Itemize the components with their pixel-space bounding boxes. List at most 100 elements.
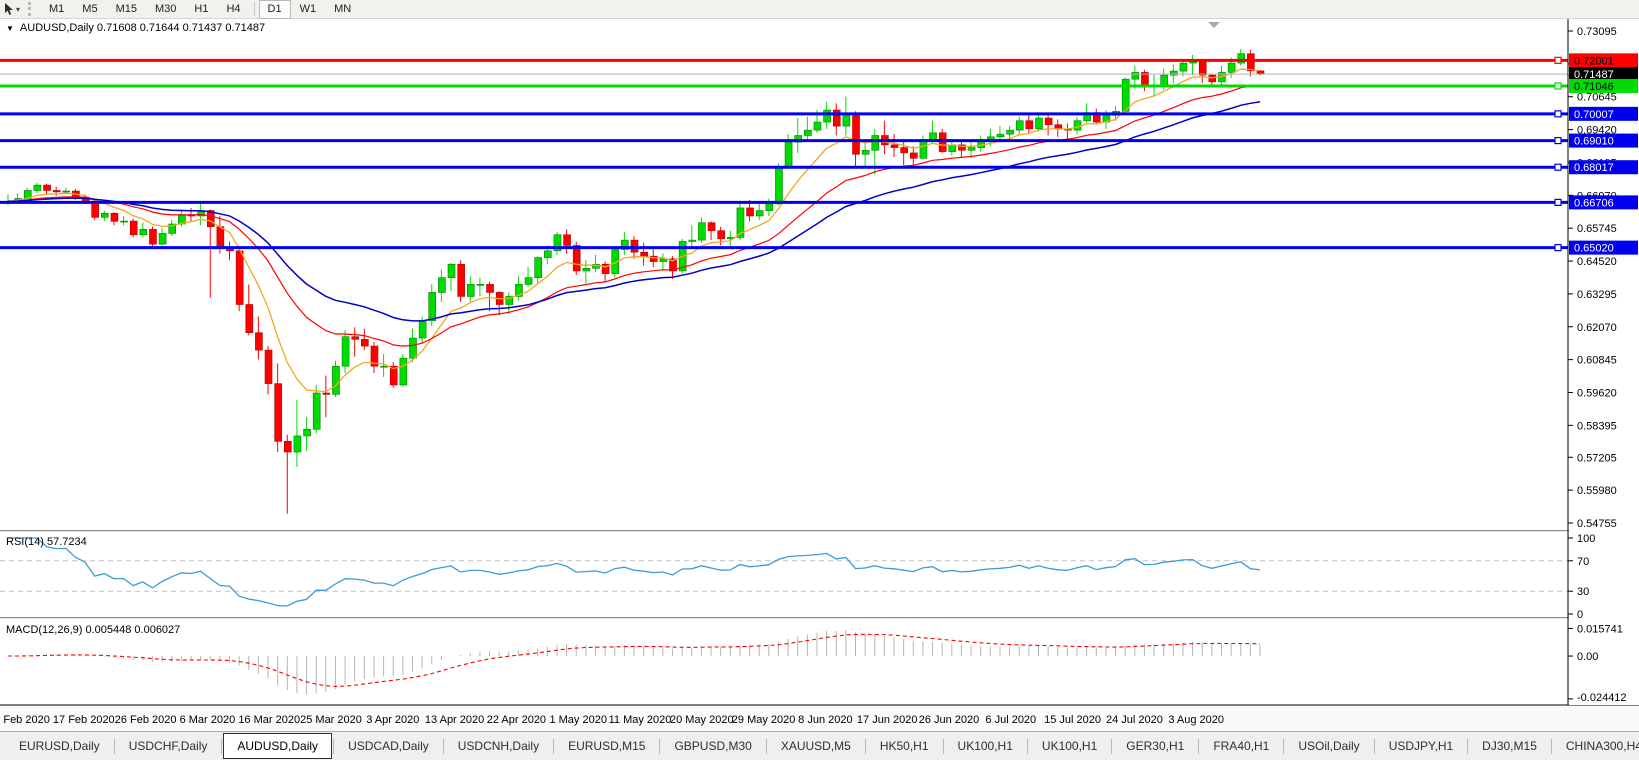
timeframe-button-m5[interactable]: M5 bbox=[73, 0, 106, 19]
chart-tab-xauusd-m5[interactable]: XAUUSD,M5 bbox=[768, 735, 864, 757]
timeframe-button-w1[interactable]: W1 bbox=[291, 0, 326, 19]
candle-body bbox=[400, 358, 407, 385]
candle-body bbox=[304, 429, 311, 436]
chart-tab-ger30-h1[interactable]: GER30,H1 bbox=[1113, 735, 1197, 757]
timeframe-button-m30[interactable]: M30 bbox=[146, 0, 185, 19]
chart-tab-usdjpy-h1[interactable]: USDJPY,H1 bbox=[1376, 735, 1466, 757]
candle-body bbox=[804, 130, 811, 135]
price-tick-label: 0.62070 bbox=[1577, 322, 1617, 334]
chart-tab-dj30-m15[interactable]: DJ30,M15 bbox=[1469, 735, 1550, 757]
candle-body bbox=[332, 366, 339, 394]
timeframe-button-m1[interactable]: M1 bbox=[40, 0, 73, 19]
candle-body bbox=[698, 223, 705, 240]
candle-body bbox=[1161, 75, 1168, 86]
candle-body bbox=[901, 148, 908, 153]
date-axis-label: 29 May 2020 bbox=[732, 714, 796, 726]
candle-body bbox=[1007, 130, 1014, 134]
candle-body bbox=[246, 304, 253, 332]
date-axis-label: 3 Aug 2020 bbox=[1168, 714, 1224, 726]
price-tick-label: 0.64520 bbox=[1577, 256, 1617, 268]
price-tick-label: 0.73095 bbox=[1577, 26, 1617, 38]
chart-tab-uk100-h1[interactable]: UK100,H1 bbox=[945, 735, 1026, 757]
chart-tab-china300-h4[interactable]: CHINA300,H4 bbox=[1553, 735, 1639, 757]
chevron-down-icon[interactable]: ▾ bbox=[16, 5, 20, 14]
date-axis-label: 20 May 2020 bbox=[670, 714, 734, 726]
candle-body bbox=[641, 252, 648, 256]
candle-body bbox=[689, 240, 696, 241]
candle-body bbox=[342, 337, 349, 367]
price-tick-label: 0.59620 bbox=[1577, 387, 1617, 399]
date-axis-label: 8 Jun 2020 bbox=[798, 714, 852, 726]
date-axis-label: 15 Jul 2020 bbox=[1044, 714, 1101, 726]
chart-tab-gbpusd-m30[interactable]: GBPUSD,M30 bbox=[661, 735, 764, 757]
timeframe-button-h4[interactable]: H4 bbox=[217, 0, 249, 19]
candle-body bbox=[525, 278, 532, 285]
candle-body bbox=[361, 339, 368, 346]
macd-tick-label: -0.024412 bbox=[1577, 692, 1627, 704]
triangle-down-icon[interactable]: ▼ bbox=[6, 23, 14, 34]
candle-body bbox=[1122, 79, 1129, 111]
chart-tab-usdcnh-daily[interactable]: USDCNH,Daily bbox=[445, 735, 552, 757]
line-anchor-handle bbox=[1555, 57, 1561, 63]
toolbar-grip[interactable] bbox=[28, 2, 34, 16]
price-tick-label: 0.54755 bbox=[1577, 518, 1617, 530]
price-level-badge-label: 0.71046 bbox=[1574, 81, 1614, 93]
candle-body bbox=[149, 229, 156, 244]
candle-body bbox=[939, 133, 946, 152]
chart-tab-usoil-daily[interactable]: USOil,Daily bbox=[1285, 735, 1372, 757]
candle-body bbox=[236, 251, 243, 305]
candle-body bbox=[419, 321, 426, 338]
candle-body bbox=[53, 190, 60, 191]
rsi-tick-label: 100 bbox=[1577, 533, 1595, 545]
candle-body bbox=[824, 110, 831, 122]
chart-tab-usdchf-daily[interactable]: USDCHF,Daily bbox=[116, 735, 221, 757]
timeframe-button-m15[interactable]: M15 bbox=[107, 0, 146, 19]
date-axis-label: 17 Feb 2020 bbox=[53, 714, 115, 726]
line-anchor-handle bbox=[1555, 199, 1561, 205]
candle-body bbox=[785, 142, 792, 167]
line-anchor-handle bbox=[1555, 83, 1561, 89]
timeframe-button-mn[interactable]: MN bbox=[325, 0, 360, 19]
tab-separator bbox=[1111, 739, 1112, 754]
candle-body bbox=[718, 231, 725, 239]
chart-tab-uk100-h1[interactable]: UK100,H1 bbox=[1029, 735, 1110, 757]
chart-tab-bar: EURUSD,DailyUSDCHF,DailyAUDUSD,DailyUSDC… bbox=[0, 731, 1639, 760]
candle-body bbox=[284, 441, 291, 452]
chart-tab-usdcad-daily[interactable]: USDCAD,Daily bbox=[335, 735, 442, 757]
tab-separator bbox=[1198, 739, 1199, 754]
rsi-tick-label: 30 bbox=[1577, 586, 1589, 598]
candle-body bbox=[159, 233, 166, 244]
cursor-tool-button[interactable]: ▾ bbox=[0, 1, 24, 18]
date-axis-label: 1 May 2020 bbox=[549, 714, 606, 726]
timeframe-button-d1[interactable]: D1 bbox=[259, 0, 291, 19]
chart-tab-audusd-daily[interactable]: AUDUSD,Daily bbox=[223, 733, 332, 759]
macd-tick-label: 0.00 bbox=[1577, 651, 1598, 663]
chart-tab-eurusd-m15[interactable]: EURUSD,M15 bbox=[555, 735, 658, 757]
price-chart[interactable]: 0.730950.718700.706450.694200.681950.669… bbox=[0, 19, 1639, 731]
chart-tab-eurusd-daily[interactable]: EURUSD,Daily bbox=[6, 735, 113, 757]
candle-body bbox=[467, 284, 474, 296]
date-axis-label: 24 Jul 2020 bbox=[1106, 714, 1163, 726]
tab-separator bbox=[1467, 739, 1468, 754]
price-level-badge-label: 0.66706 bbox=[1574, 197, 1614, 209]
candle-body bbox=[910, 153, 917, 158]
price-level-badge-label: 0.69010 bbox=[1574, 136, 1614, 148]
candle-body bbox=[1074, 121, 1081, 130]
candle-body bbox=[766, 204, 773, 211]
candle-body bbox=[429, 292, 436, 320]
toolbar-separator bbox=[254, 2, 255, 16]
tab-separator bbox=[766, 739, 767, 754]
candle-body bbox=[756, 211, 763, 216]
timeframe-button-h1[interactable]: H1 bbox=[185, 0, 217, 19]
line-anchor-handle bbox=[1555, 111, 1561, 117]
candle-body bbox=[255, 333, 262, 350]
chart-tab-hk50-h1[interactable]: HK50,H1 bbox=[867, 735, 942, 757]
date-axis-label: 7 Feb 2020 bbox=[0, 714, 50, 726]
candle-body bbox=[1247, 54, 1254, 71]
candle-body bbox=[409, 338, 416, 358]
price-tick-label: 0.70645 bbox=[1577, 92, 1617, 104]
candle-body bbox=[708, 223, 715, 231]
line-anchor-handle bbox=[1555, 164, 1561, 170]
chart-tab-fra40-h1[interactable]: FRA40,H1 bbox=[1200, 735, 1282, 757]
candle-body bbox=[872, 135, 879, 150]
